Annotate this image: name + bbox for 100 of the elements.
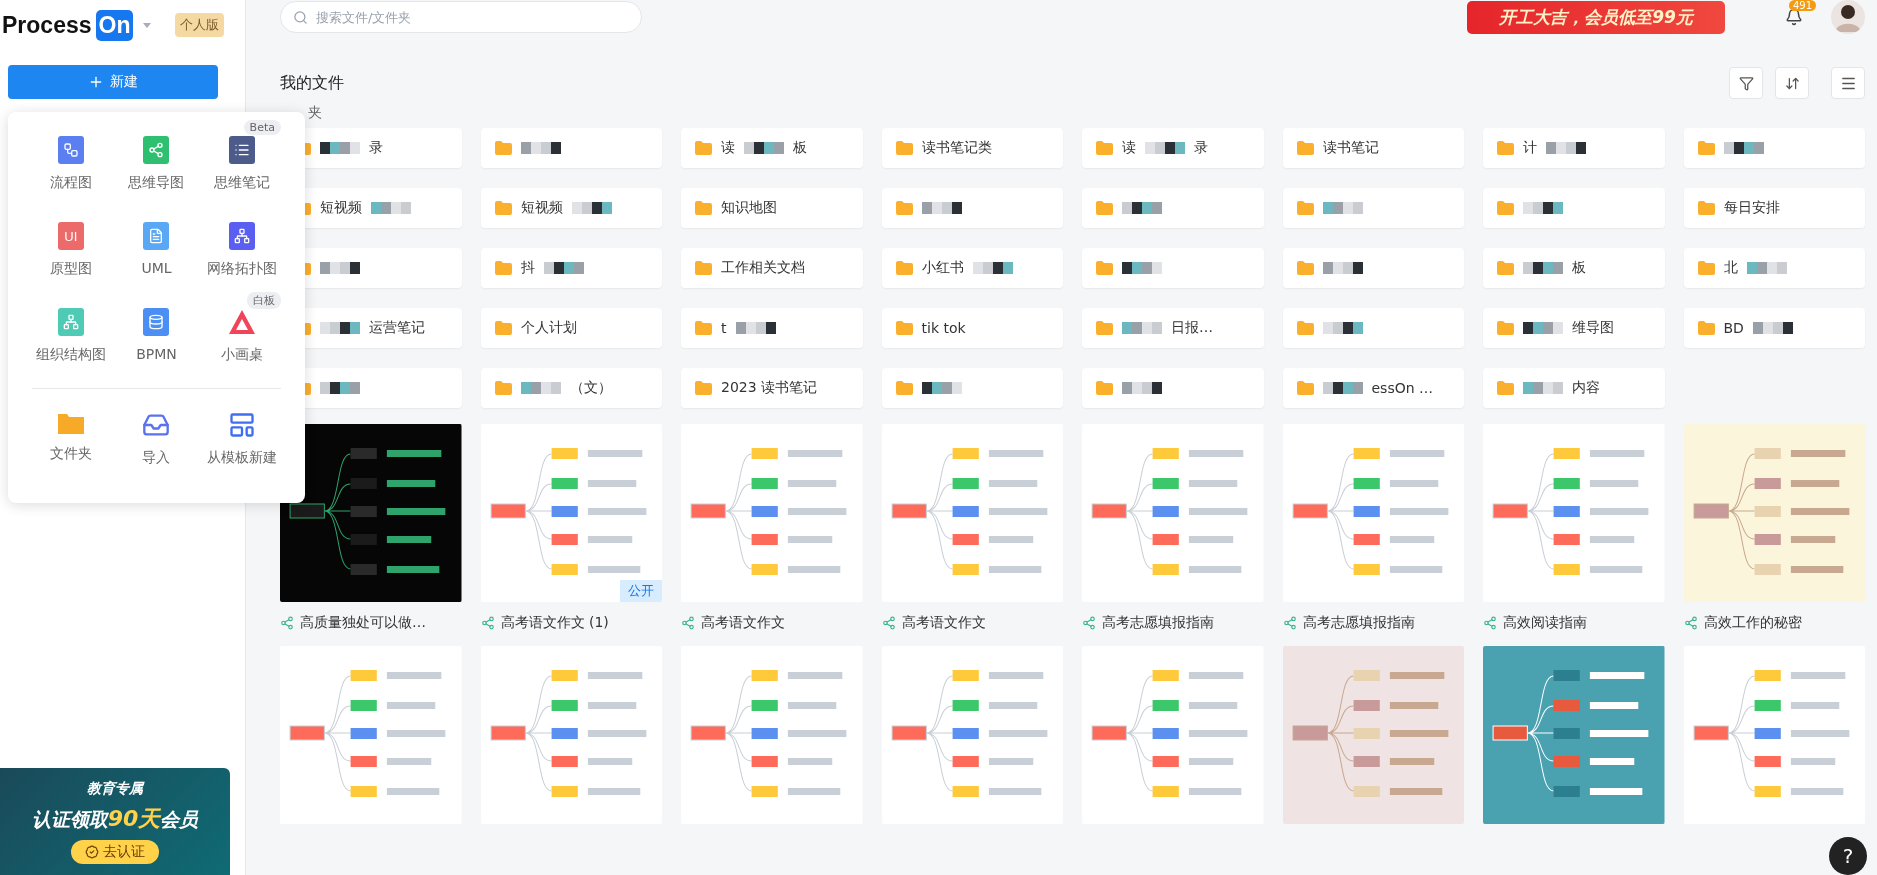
folder-icon [1497,201,1514,215]
file-name[interactable]: 高效阅读指南 [1503,614,1587,632]
folder-card[interactable]: 知识地图 [681,188,863,228]
document-icon [143,222,170,250]
file-name[interactable]: 高考志愿填报指南 [1102,614,1214,632]
folder-card[interactable]: 短视频 [480,188,662,228]
folder-card[interactable] [1483,188,1665,228]
banner-title: 教育专属 [87,779,143,798]
folder-card[interactable]: 读书笔记类 [881,128,1063,168]
folder-card[interactable]: 2023 读书笔记 [681,368,863,408]
folder-name: 读书笔记类 [921,139,992,157]
folder-card[interactable]: 个人计划 [480,308,662,348]
promo-banner[interactable]: 开工大吉，会员低至99元 [1467,0,1725,34]
menu-item[interactable]: BPMN [113,292,200,364]
search-field[interactable]: 搜索文件/文件夹 [280,1,642,33]
folder-card[interactable]: 读 板 [681,128,863,168]
folder-card[interactable] [881,368,1063,408]
menu-item[interactable]: UML [113,206,200,278]
help-button[interactable]: ? [1829,837,1867,875]
folder-card[interactable]: 工作相关文档 [681,248,863,288]
folder-card[interactable]: （文） [480,368,662,408]
mindmap-icon [143,136,170,164]
database-icon [143,308,170,336]
folder-icon [1096,321,1113,335]
folder-icon [494,141,512,155]
folder-icon [494,261,512,275]
file-name[interactable]: 高效工作的秘密 [1703,614,1802,632]
file-name[interactable]: 高考志愿填报指南 [1302,614,1415,632]
triangle-logo-icon [228,308,257,336]
folder-card[interactable] [480,128,662,168]
folder-card[interactable] [1082,248,1264,288]
folder-card[interactable]: BD [1683,308,1865,348]
folder-icon [1096,381,1113,395]
folder-icon [695,321,712,335]
menu-item[interactable]: 文件夹 [28,395,114,467]
menu-item[interactable]: 组织结构图 [28,292,114,364]
mindmap-icon [280,616,294,630]
folder-name: 短视频 [520,199,563,217]
folder-card[interactable] [1282,248,1464,288]
folder-card[interactable]: 内容 [1483,368,1665,408]
folder-name: （文） [569,379,612,397]
folder-card[interactable]: 小红书 [881,248,1063,288]
education-banner[interactable]: 教育专属 认证领取90天会员 去认证 [0,768,230,875]
caret-icon[interactable] [143,22,152,28]
menu-item[interactable]: 导入 [113,395,200,467]
menu-item[interactable]: 从模板新建 [199,395,285,467]
folder-card[interactable]: 读书笔记 [1282,128,1464,168]
folder-card[interactable]: 板 [1483,248,1665,288]
network-icon [229,222,256,250]
folder-icon [695,201,712,215]
notification-icon[interactable] [1785,8,1803,26]
folder-name: 读 [1122,139,1136,157]
verify-button[interactable]: 去认证 [71,839,159,864]
folder-card[interactable] [1282,308,1464,348]
folder-card[interactable]: tik tok [881,308,1063,348]
org-chart-icon [57,308,84,336]
folder-card[interactable] [1683,128,1865,168]
file-name[interactable]: 高考语文作文 [901,614,986,632]
person-silhouette-icon [1835,2,1861,32]
folder-card[interactable]: 北 [1683,248,1865,288]
folder-card[interactable]: t [681,308,863,348]
folder-name: 短视频 [320,199,362,217]
menu-item[interactable]: UI 原型图 [28,206,114,278]
folder-card[interactable] [1282,188,1464,228]
menu-item[interactable]: 流程图 [28,120,114,192]
file-name[interactable]: 高考语文作文 (1) [500,614,609,632]
menu-button[interactable] [1831,67,1865,99]
folder-card[interactable]: 读 录 [1082,128,1264,168]
folder-icon [1296,381,1314,395]
folder-card[interactable]: 抖 [480,248,662,288]
folder-card[interactable]: 日报… [1082,308,1264,348]
folder-icon [1497,141,1514,155]
folder-icon [895,201,913,215]
logo-wordmark: Process [2,11,92,39]
folder-name: 知识地图 [721,199,777,217]
new-button[interactable]: 新建 [8,65,218,99]
file-name[interactable]: 高质量独处可以做… [300,614,426,632]
filter-button[interactable] [1729,67,1763,99]
folder-card[interactable] [881,188,1063,228]
folder-icon [56,411,85,435]
list-icon [229,136,256,164]
folder-card[interactable] [1082,368,1264,408]
folder-icon [1497,321,1514,335]
folder-name: 个人计划 [520,319,577,337]
page-title: 我的文件 [280,72,344,94]
folder-card[interactable]: 维导图 [1483,308,1665,348]
folder-card[interactable]: essOn … [1282,368,1464,408]
ui-icon: UI [57,222,84,250]
folder-name: essOn … [1371,380,1434,396]
file-name[interactable]: 高考语文作文 [701,614,785,632]
folder-name: 2023 读书笔记 [721,379,818,397]
folder-card[interactable] [1082,188,1264,228]
search-input[interactable]: 搜索文件/文件夹 [316,3,629,31]
menu-item[interactable]: 思维导图 [113,120,200,192]
folder-name: 工作相关文档 [721,259,805,277]
folder-card[interactable]: 计 [1483,128,1665,168]
sort-button[interactable] [1775,67,1809,99]
avatar[interactable] [1831,0,1865,34]
folder-card[interactable]: 每日安排 [1683,188,1865,228]
folder-name: 录 [1194,139,1208,157]
